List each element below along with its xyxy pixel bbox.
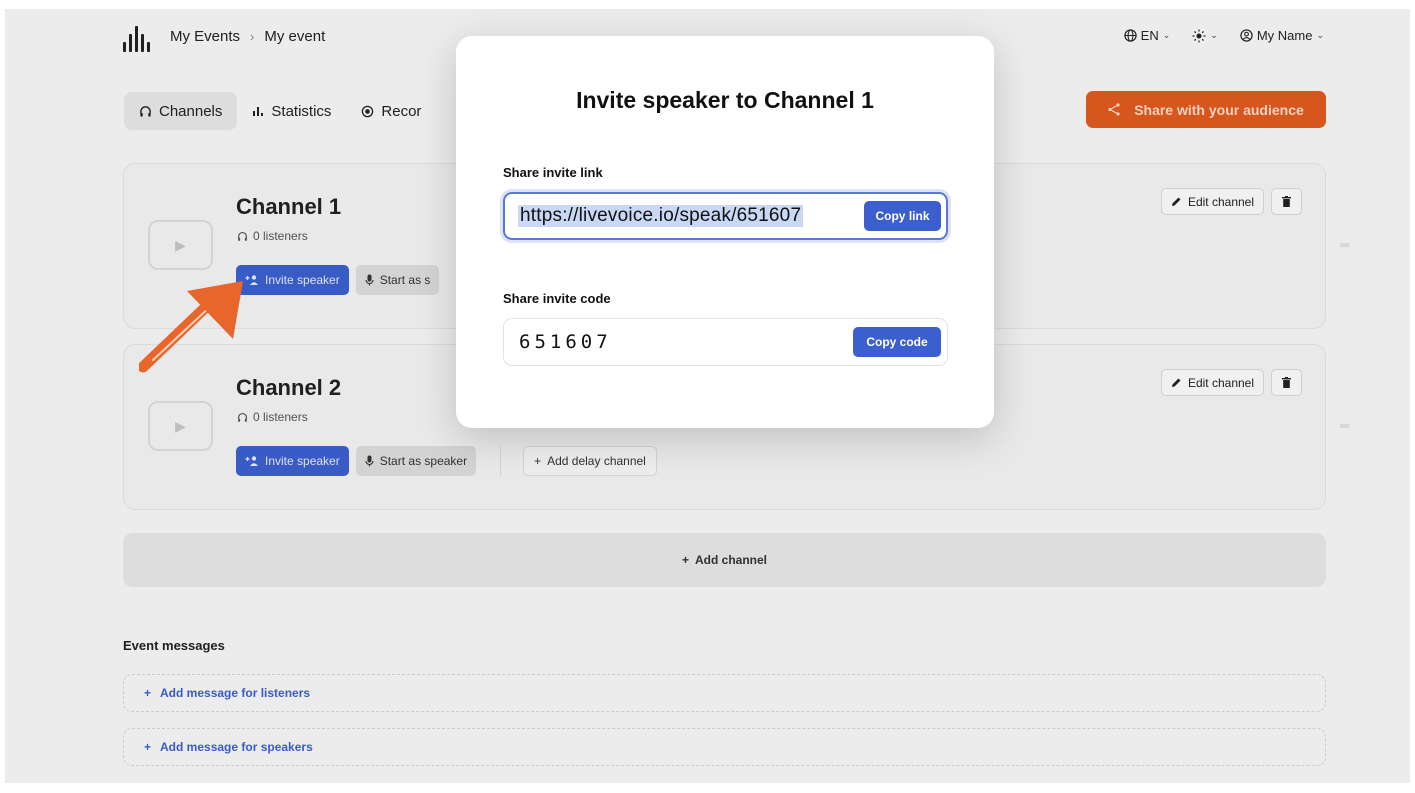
- invite-code-label: Share invite code: [503, 291, 611, 306]
- invite-code-field[interactable]: 651607 Copy code: [503, 318, 948, 366]
- copy-code-button[interactable]: Copy code: [853, 327, 941, 357]
- invite-code-value[interactable]: 651607: [519, 331, 612, 353]
- invite-speaker-modal: Invite speaker to Channel 1 Share invite…: [456, 36, 994, 428]
- invite-link-field[interactable]: https://livevoice.io/speak/651607 Copy l…: [503, 192, 948, 240]
- modal-title: Invite speaker to Channel 1: [576, 87, 874, 113]
- invite-link-label: Share invite link: [503, 165, 603, 180]
- invite-link-value[interactable]: https://livevoice.io/speak/651607: [518, 205, 804, 227]
- copy-link-button[interactable]: Copy link: [864, 201, 941, 231]
- app-window: My Events › My event EN ⌄ ⌄ My Name ⌄ Ch…: [5, 9, 1410, 783]
